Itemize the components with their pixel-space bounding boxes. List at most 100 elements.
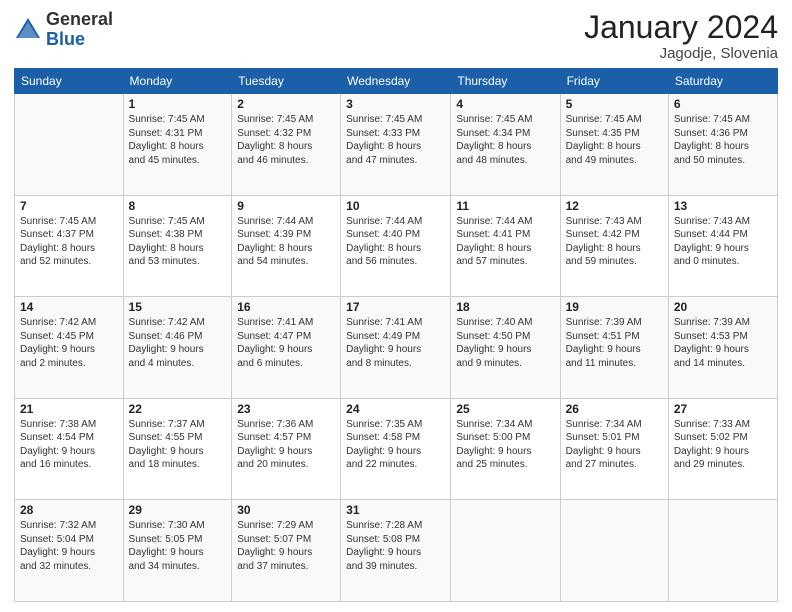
daylight-text: Daylight: 8 hoursand 56 minutes. [346,243,421,268]
day-info: Sunrise: 7:45 AMSunset: 4:36 PMDaylight:… [674,113,772,167]
sunrise-text: Sunrise: 7:34 AM [456,419,532,430]
title-block: January 2024 Jagodje, Slovenia [584,10,778,62]
sunrise-text: Sunrise: 7:44 AM [346,216,422,227]
sunset-text: Sunset: 4:39 PM [237,229,311,240]
day-number: 27 [674,402,772,416]
day-cell-2: 2Sunrise: 7:45 AMSunset: 4:32 PMDaylight… [232,94,341,196]
logo-icon [14,16,42,44]
day-cell-11: 11Sunrise: 7:44 AMSunset: 4:41 PMDayligh… [451,195,560,297]
sunrise-text: Sunrise: 7:37 AM [129,419,205,430]
sunrise-text: Sunrise: 7:39 AM [674,317,750,328]
day-number: 28 [20,503,118,517]
logo: General Blue [14,10,113,50]
sunrise-text: Sunrise: 7:45 AM [674,114,750,125]
day-info: Sunrise: 7:45 AMSunset: 4:37 PMDaylight:… [20,215,118,269]
empty-cell [668,500,777,602]
day-number: 23 [237,402,335,416]
day-cell-30: 30 Sunrise: 7:29 AMSunset: 5:07 PMDayligh… [232,500,341,602]
day-info: Sunrise: 7:41 AMSunset: 4:49 PMDaylight:… [346,316,445,370]
sunset-text: Sunset: 4:50 PM [456,331,530,342]
sunrise-text: Sunrise: 7:28 AM [346,520,422,531]
day-info: Sunrise: 7:40 AMSunset: 4:50 PMDaylight:… [456,316,554,370]
weekday-header-wednesday: Wednesday [341,69,451,94]
daylight-text: Daylight: 9 hoursand 2 minutes. [20,344,95,369]
sunset-text: Sunset: 4:36 PM [674,128,748,139]
day-cell-28: 28Sunrise: 7:32 AMSunset: 5:04 PMDayligh… [15,500,124,602]
sunrise-text: Sunrise: 7:39 AM [566,317,642,328]
day-info: Sunrise: 7:41 AMSunset: 4:47 PMDaylight:… [237,316,335,370]
sunrise-text: Sunrise: 7:43 AM [566,216,642,227]
day-info: Sunrise: 7:38 AMSunset: 4:54 PMDaylight:… [20,418,118,472]
day-cell-26: 26Sunrise: 7:34 AMSunset: 5:01 PMDayligh… [560,398,668,500]
day-info: Sunrise: 7:29 AMSunset: 5:07 PMDaylight:… [237,519,335,573]
day-number: 20 [674,300,772,314]
day-number: 8 [129,199,227,213]
daylight-text: Daylight: 9 hoursand 11 minutes. [566,344,641,369]
daylight-text: Daylight: 9 hoursand 16 minutes. [20,446,95,471]
daylight-text: Daylight: 9 hoursand 20 minutes. [237,446,312,471]
sunrise-text: Sunrise: 7:30 AM [129,520,205,531]
weekday-header-friday: Friday [560,69,668,94]
sunrise-text: Sunrise: 7:41 AM [237,317,313,328]
daylight-text: Daylight: 9 hoursand 27 minutes. [566,446,641,471]
sunrise-text: Sunrise: 7:45 AM [566,114,642,125]
sunrise-text: Sunrise: 7:45 AM [456,114,532,125]
sunrise-text: Sunrise: 7:42 AM [20,317,96,328]
day-number: 10 [346,199,445,213]
day-number: 3 [346,97,445,111]
sunrise-text: Sunrise: 7:32 AM [20,520,96,531]
day-number: 18 [456,300,554,314]
sunset-text: Sunset: 4:54 PM [20,432,94,443]
day-number: 5 [566,97,663,111]
weekday-header-tuesday: Tuesday [232,69,341,94]
day-cell-24: 24Sunrise: 7:35 AMSunset: 4:58 PMDayligh… [341,398,451,500]
sunset-text: Sunset: 4:31 PM [129,128,203,139]
day-info: Sunrise: 7:34 AMSunset: 5:00 PMDaylight:… [456,418,554,472]
day-cell-13: 13Sunrise: 7:43 AMSunset: 4:44 PMDayligh… [668,195,777,297]
day-number: 25 [456,402,554,416]
sunset-text: Sunset: 4:33 PM [346,128,420,139]
daylight-text: Daylight: 8 hoursand 52 minutes. [20,243,95,268]
day-number: 30 [237,503,335,517]
day-cell-5: 5Sunrise: 7:45 AMSunset: 4:35 PMDaylight… [560,94,668,196]
week-row-3: 14Sunrise: 7:42 AMSunset: 4:45 PMDayligh… [15,297,778,399]
daylight-text: Daylight: 9 hoursand 4 minutes. [129,344,204,369]
day-cell-3: 3Sunrise: 7:45 AMSunset: 4:33 PMDaylight… [341,94,451,196]
sunrise-text: Sunrise: 7:45 AM [237,114,313,125]
day-number: 1 [129,97,227,111]
week-row-4: 21Sunrise: 7:38 AMSunset: 4:54 PMDayligh… [15,398,778,500]
day-number: 19 [566,300,663,314]
day-cell-9: 9Sunrise: 7:44 AMSunset: 4:39 PMDaylight… [232,195,341,297]
day-number: 16 [237,300,335,314]
day-number: 7 [20,199,118,213]
day-cell-29: 29Sunrise: 7:30 AMSunset: 5:05 PMDayligh… [123,500,232,602]
day-number: 15 [129,300,227,314]
sunrise-text: Sunrise: 7:45 AM [20,216,96,227]
sunset-text: Sunset: 4:51 PM [566,331,640,342]
day-cell-22: 22Sunrise: 7:37 AMSunset: 4:55 PMDayligh… [123,398,232,500]
day-number: 29 [129,503,227,517]
day-number: 14 [20,300,118,314]
day-cell-16: 16 Sunrise: 7:41 AMSunset: 4:47 PMDayligh… [232,297,341,399]
sunset-text: Sunset: 4:41 PM [456,229,530,240]
sunset-text: Sunset: 4:38 PM [129,229,203,240]
logo-blue-text: Blue [46,29,85,49]
day-cell-4: 4Sunrise: 7:45 AMSunset: 4:34 PMDaylight… [451,94,560,196]
day-number: 22 [129,402,227,416]
sunrise-text: Sunrise: 7:42 AM [129,317,205,328]
day-info: Sunrise: 7:45 AMSunset: 4:31 PMDaylight:… [129,113,227,167]
sunrise-text: Sunrise: 7:44 AM [237,216,313,227]
weekday-header-thursday: Thursday [451,69,560,94]
sunset-text: Sunset: 4:35 PM [566,128,640,139]
daylight-text: Daylight: 9 hoursand 29 minutes. [674,446,749,471]
week-row-1: 1Sunrise: 7:45 AMSunset: 4:31 PMDaylight… [15,94,778,196]
day-cell-10: 10Sunrise: 7:44 AMSunset: 4:40 PMDayligh… [341,195,451,297]
sunrise-text: Sunrise: 7:35 AM [346,419,422,430]
calendar-table: SundayMondayTuesdayWednesdayThursdayFrid… [14,68,778,602]
daylight-text: Daylight: 9 hoursand 0 minutes. [674,243,749,268]
sunrise-text: Sunrise: 7:43 AM [674,216,750,227]
daylight-text: Daylight: 8 hoursand 46 minutes. [237,141,312,166]
daylight-text: Daylight: 8 hoursand 53 minutes. [129,243,204,268]
sunset-text: Sunset: 5:08 PM [346,534,420,545]
empty-cell [451,500,560,602]
